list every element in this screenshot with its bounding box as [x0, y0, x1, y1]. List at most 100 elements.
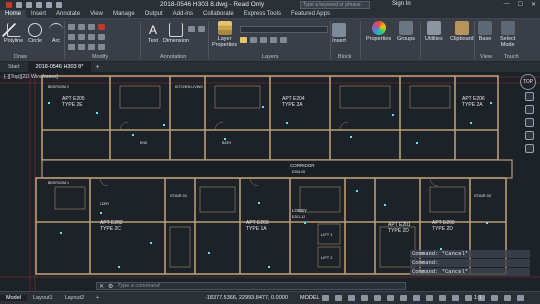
panel-block-label[interactable]: Block: [338, 54, 351, 60]
clean-screen-icon[interactable]: [504, 295, 511, 301]
close-icon[interactable]: ✕: [99, 283, 104, 290]
move-icon[interactable]: [68, 24, 75, 30]
utilities-button[interactable]: Utilities: [425, 21, 443, 42]
arc-button[interactable]: Arc: [49, 23, 63, 44]
groups-button[interactable]: Groups: [397, 21, 415, 42]
layer-match-icon[interactable]: [270, 37, 277, 43]
otrack-icon[interactable]: [387, 295, 394, 301]
selection-cycling-icon[interactable]: [426, 295, 433, 301]
hardware-accel-icon[interactable]: [491, 295, 498, 301]
rotate-icon[interactable]: [78, 24, 85, 30]
copy-icon[interactable]: [68, 34, 75, 40]
explode-icon[interactable]: [98, 34, 105, 40]
insert-button[interactable]: Insert: [332, 23, 346, 44]
select-mode-button[interactable]: Select Mode: [500, 21, 515, 48]
panel-view-label[interactable]: View: [480, 54, 492, 60]
trim-icon[interactable]: [88, 24, 95, 30]
leader-icon[interactable]: [188, 26, 195, 32]
layer-freeze-icon[interactable]: [250, 37, 257, 43]
mirror-icon[interactable]: [78, 34, 85, 40]
layout-tab-layout1[interactable]: Layout1: [27, 295, 59, 301]
viewport-label[interactable]: [-][Top][2D Wireframe]: [4, 74, 58, 80]
zoom-icon[interactable]: [524, 118, 534, 127]
snap-icon[interactable]: [335, 295, 342, 301]
layer-lock-icon[interactable]: [260, 37, 267, 43]
wrench-icon[interactable]: ⚙: [108, 283, 113, 290]
drawing-canvas[interactable]: APT E205 TYPE 2E APT E204 TYPE 2A APT E2…: [0, 72, 540, 291]
polyline-icon: [6, 23, 21, 37]
clipboard-button[interactable]: Clipboard: [450, 21, 474, 42]
layer-properties-button[interactable]: Layer Properties: [212, 21, 237, 48]
customization-icon[interactable]: [517, 295, 524, 301]
annotation-scale-icon[interactable]: [439, 295, 446, 301]
tab-insert[interactable]: Insert: [26, 10, 51, 18]
fillet-icon[interactable]: [88, 34, 95, 40]
tab-express-tools[interactable]: Express Tools: [239, 10, 286, 18]
steering-wheel-icon[interactable]: [524, 92, 534, 101]
polyline-button[interactable]: Polyline: [4, 23, 23, 44]
layer-dropdown[interactable]: [240, 26, 328, 33]
circle-button[interactable]: Circle: [28, 23, 42, 44]
properties-button[interactable]: Properties: [366, 21, 391, 42]
new-icon[interactable]: [16, 2, 22, 8]
add-layout-button[interactable]: +: [90, 295, 105, 301]
file-tab[interactable]: 2018-0546 H303 8*: [27, 62, 92, 72]
command-line[interactable]: ✕ ⚙ Type a command: [96, 282, 406, 290]
showmotion-icon[interactable]: [524, 144, 534, 153]
erase-icon[interactable]: [98, 24, 105, 30]
viewcube-compass[interactable]: TOP: [520, 74, 536, 90]
maximize-button[interactable]: ☐: [518, 1, 523, 8]
model-space-toggle[interactable]: MODEL: [300, 295, 320, 301]
dimension-button[interactable]: Dimension: [163, 23, 189, 44]
panel-draw-label[interactable]: Draw: [14, 54, 27, 60]
search-input[interactable]: Type a keyword or phrase: [300, 1, 370, 9]
close-button[interactable]: ✕: [531, 1, 536, 8]
command-history-line: Command: *Cancel*: [410, 268, 530, 276]
ortho-icon[interactable]: [348, 295, 355, 301]
table-icon[interactable]: [198, 26, 205, 32]
workspace-icon[interactable]: [452, 295, 459, 301]
panel-modify-label[interactable]: Modify: [92, 54, 108, 60]
layer-on-icon[interactable]: [240, 37, 247, 43]
sign-in-link[interactable]: Sign In: [392, 1, 411, 7]
new-tab-button[interactable]: +: [91, 64, 103, 71]
stretch-icon[interactable]: [68, 44, 75, 50]
start-tab[interactable]: Start: [0, 62, 28, 72]
transparency-icon[interactable]: [413, 295, 420, 301]
save-icon[interactable]: [36, 2, 42, 8]
offset-icon[interactable]: [98, 44, 105, 50]
tab-manage[interactable]: Manage: [108, 10, 140, 18]
tab-featured-apps[interactable]: Featured Apps: [286, 10, 335, 18]
polar-icon[interactable]: [361, 295, 368, 301]
pan-icon[interactable]: [524, 105, 534, 114]
coordinate-readout[interactable]: -18377.5366, 22993.8477, 0.0000: [205, 295, 288, 301]
scale-icon[interactable]: [78, 44, 85, 50]
app-menu-icon[interactable]: [6, 2, 12, 8]
tab-annotate[interactable]: Annotate: [51, 10, 85, 18]
units-icon[interactable]: [465, 295, 472, 301]
osnap-icon[interactable]: [374, 295, 381, 301]
tab-view[interactable]: View: [85, 10, 108, 18]
tab-home[interactable]: Home: [0, 10, 27, 18]
orbit-icon[interactable]: [524, 131, 534, 140]
tab-add-ins[interactable]: Add-ins: [168, 10, 198, 18]
grid-icon[interactable]: [322, 295, 329, 301]
base-button[interactable]: Base: [478, 21, 492, 42]
command-input[interactable]: Type a command: [117, 283, 159, 289]
text-button[interactable]: A Text: [146, 23, 160, 44]
open-icon[interactable]: [26, 2, 32, 8]
tab-output[interactable]: Output: [140, 10, 168, 18]
panel-touch-label[interactable]: Touch: [504, 54, 519, 60]
array-icon[interactable]: [88, 44, 95, 50]
minimize-button[interactable]: —: [504, 1, 510, 8]
layout-tab-layout2[interactable]: Layout2: [59, 295, 91, 301]
layout-tab-model[interactable]: Model: [0, 295, 27, 301]
panel-layers-label[interactable]: Layers: [262, 54, 279, 60]
redo-icon[interactable]: [56, 2, 62, 8]
tab-collaborate[interactable]: Collaborate: [198, 10, 239, 18]
annotation-scale[interactable]: 1:1: [474, 295, 482, 301]
layer-isolate-icon[interactable]: [280, 37, 287, 43]
panel-annotation-label[interactable]: Annotation: [160, 54, 186, 60]
lineweight-icon[interactable]: [400, 295, 407, 301]
undo-icon[interactable]: [46, 2, 52, 8]
